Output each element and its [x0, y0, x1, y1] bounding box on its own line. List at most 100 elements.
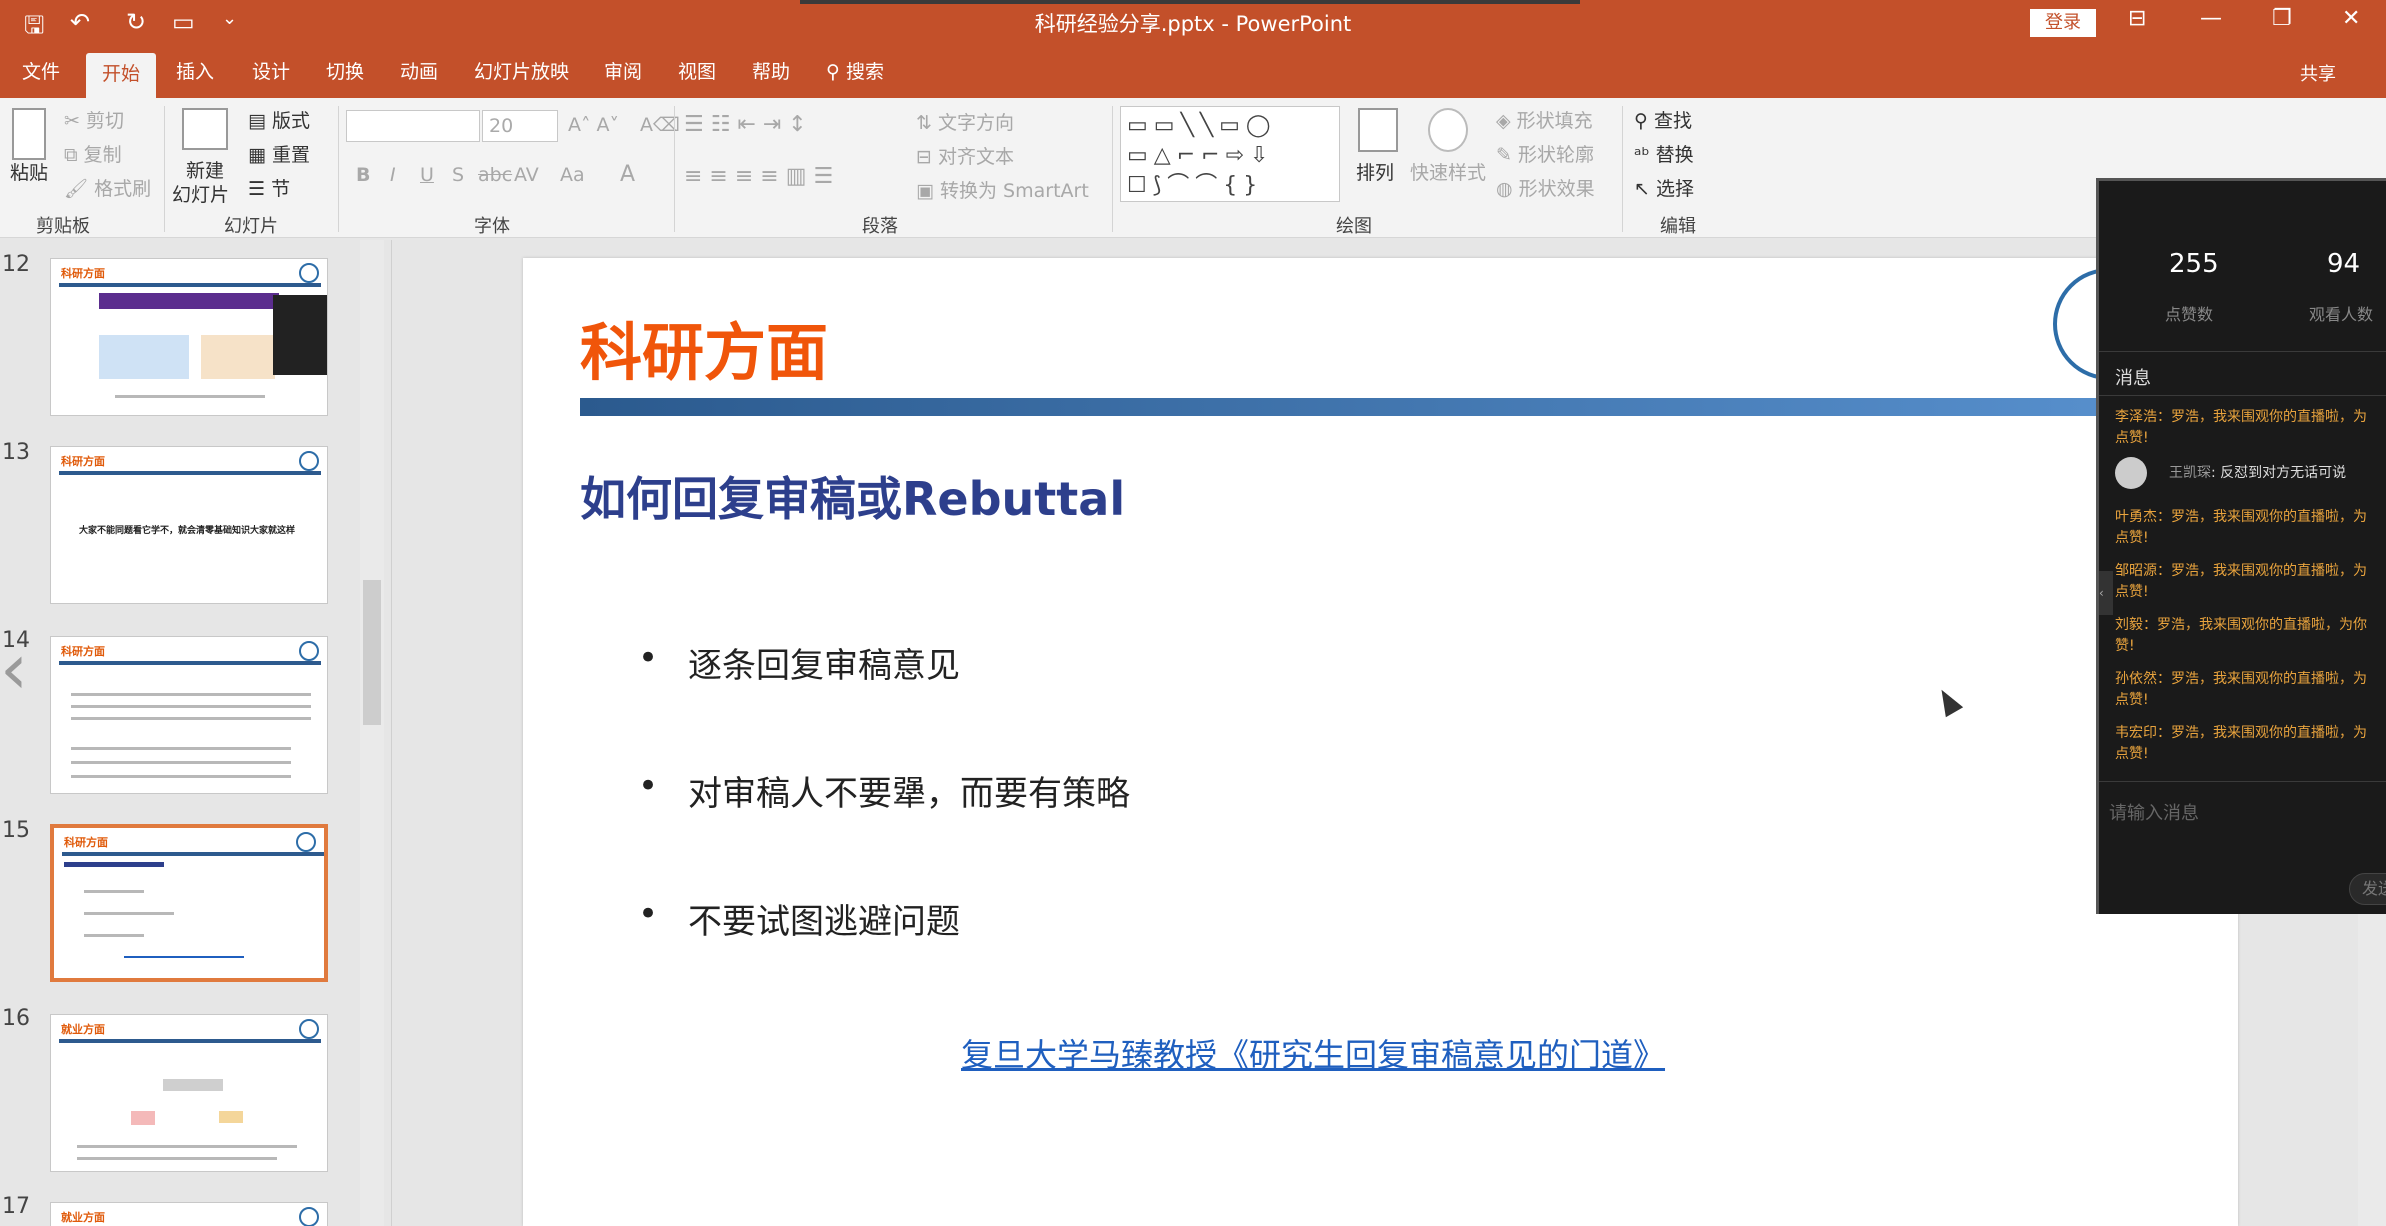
thumb-video-overlay — [273, 295, 327, 375]
slide-thumbnail-17[interactable]: 就业方面 — [50, 1202, 328, 1226]
arrange-icon[interactable] — [1358, 108, 1398, 152]
tab-slideshow[interactable]: 幻灯片放映 — [470, 48, 573, 98]
paste-icon[interactable] — [12, 108, 46, 160]
quick-styles-icon[interactable] — [1428, 108, 1468, 152]
minimize-icon[interactable]: — — [2200, 6, 2222, 31]
chat-message: 韦宏印：罗浩，我来围观你的直播啦，为 点赞! — [2115, 725, 2367, 762]
tab-insert[interactable]: 插入 — [172, 48, 218, 98]
align-icons[interactable]: ≡ ≡ ≡ ≡ ▥ ☰ — [684, 164, 833, 189]
tab-help[interactable]: 帮助 — [748, 48, 794, 98]
layout-button[interactable]: ▤ 版式 — [248, 106, 310, 133]
current-slide[interactable]: 科研方面 如何回复审稿或Rebuttal • 逐条回复审稿意见 • 对审稿人不要犟，… — [523, 258, 2238, 1226]
thumb-text-line — [77, 1145, 297, 1148]
strikethrough-button[interactable]: abc — [478, 164, 512, 186]
replace-button[interactable]: ᵃᵇ 替换 — [1634, 140, 1694, 167]
shape-fill-button[interactable]: ◈ 形状填充 — [1496, 106, 1593, 133]
shapes-gallery[interactable]: ▭▭╲╲▭◯ ▭△⌐⌐⇨⇩ ☐⟆⌒⌒{} — [1120, 106, 1340, 202]
send-button[interactable]: 发送 — [2349, 873, 2386, 905]
tab-view[interactable]: 视图 — [674, 48, 720, 98]
text-direction-button[interactable]: ⇅ 文字方向 — [916, 108, 1014, 135]
divider — [2099, 351, 2386, 352]
font-group-label: 字体 — [474, 216, 510, 237]
tab-transitions[interactable]: 切换 — [322, 48, 368, 98]
thumb-logo-icon — [299, 263, 319, 283]
thumbnail-scrollbar[interactable] — [360, 240, 384, 1226]
divider — [2099, 781, 2386, 782]
thumb-purple-header — [99, 293, 279, 309]
shape-effects-button[interactable]: ◍ 形状效果 — [1496, 174, 1595, 201]
shadow-text-button[interactable]: S — [452, 164, 464, 186]
group-separator — [1112, 106, 1113, 232]
bold-button[interactable]: B — [356, 164, 370, 186]
new-slide-label[interactable]: 新建 — [186, 156, 224, 183]
ribbon-display-icon[interactable]: ⊟ — [2128, 6, 2146, 31]
collapse-chat-icon[interactable]: ‹ — [2099, 571, 2113, 615]
thumbnail-scroll-thumb[interactable] — [363, 580, 381, 725]
format-painter-button[interactable]: 🖌 格式刷 — [64, 174, 151, 201]
pointer-icon: ↖ — [1634, 178, 1650, 200]
tab-home[interactable]: 开始 — [86, 53, 157, 98]
tab-review[interactable]: 审阅 — [600, 48, 646, 98]
paste-button[interactable]: 粘贴 — [10, 158, 48, 185]
slide-title[interactable]: 科研方面 — [580, 302, 828, 392]
align-text-button[interactable]: ⊟ 对齐文本 — [916, 142, 1014, 169]
thumb-text-line — [77, 1157, 277, 1160]
thumb-logo-icon — [299, 1019, 319, 1039]
thumb-bar — [62, 852, 324, 856]
bullet-dot: • — [638, 766, 659, 806]
thumb-title: 科研方面 — [61, 455, 105, 468]
shape-outline-button[interactable]: ✎ 形状轮廓 — [1496, 140, 1594, 167]
thumb-table-line — [71, 717, 311, 720]
find-button[interactable]: ⚲ 查找 — [1634, 106, 1692, 133]
slide-number: 15 — [2, 818, 30, 843]
reference-link[interactable]: 复旦大学马臻教授《研究生回复审稿意见的门道》 — [961, 1030, 1665, 1076]
new-slide-icon[interactable] — [182, 108, 228, 150]
underline-button[interactable]: U — [420, 164, 434, 186]
live-chat-panel[interactable]: 255 点赞数 94 观看人数 消息 李泽浩：罗浩，我来围观你的直播啦，为 点赞!… — [2096, 178, 2386, 914]
smartart-button[interactable]: ▣ 转换为 SmartArt — [916, 176, 1089, 203]
new-slide-label-2[interactable]: 幻灯片 — [172, 180, 229, 207]
change-case-button[interactable]: Aa — [560, 164, 585, 186]
search-box[interactable]: ⚲ 搜索 — [822, 48, 888, 98]
slide-thumbnail-13[interactable]: 科研方面 大家不能同题看它学不，就会清零基础知识大家就这样 — [50, 446, 328, 604]
bullets-icon[interactable]: ☰ ☷ ⇤ ⇥ ↕ — [684, 112, 807, 137]
slide-subtitle[interactable]: 如何回复审稿或Rebuttal — [580, 463, 1125, 529]
font-grow-icon[interactable]: A˄ A˅ — [568, 114, 619, 136]
slide-title-bar — [580, 398, 2238, 416]
tab-animations[interactable]: 动画 — [396, 48, 442, 98]
close-icon[interactable]: ✕ — [2342, 6, 2360, 31]
login-button[interactable]: 登录 — [2030, 9, 2096, 37]
avatar — [2115, 457, 2147, 489]
reset-button[interactable]: ▦ 重置 — [248, 140, 310, 167]
font-size-select[interactable]: 20 — [482, 110, 558, 142]
slide-thumbnail-16[interactable]: 就业方面 — [50, 1014, 328, 1172]
font-name-select[interactable] — [346, 110, 480, 142]
italic-button[interactable]: I — [390, 164, 396, 186]
bullet-dot: • — [638, 638, 659, 678]
share-button[interactable]: 共享 — [2300, 60, 2336, 86]
tab-design[interactable]: 设计 — [248, 48, 294, 98]
thumb-image — [99, 335, 189, 379]
slide-thumbnail-12[interactable]: 科研方面 — [50, 258, 328, 416]
search-label: 搜索 — [845, 61, 884, 83]
slide-thumbnail-14[interactable]: 科研方面 — [50, 636, 328, 794]
magnifier-icon: ⚲ — [1634, 110, 1648, 132]
copy-button[interactable]: ⧉ 复制 — [64, 140, 122, 167]
cut-button[interactable]: ✂ 剪切 — [64, 106, 124, 133]
font-color-button[interactable]: A — [620, 162, 635, 187]
chevron-left-icon[interactable]: ‹ — [0, 628, 28, 710]
maximize-icon[interactable]: ❐ — [2272, 6, 2292, 31]
thumb-chart — [201, 335, 275, 379]
arrange-button[interactable]: 排列 — [1356, 158, 1394, 185]
char-spacing-button[interactable]: AV — [514, 164, 539, 186]
thumb-title: 就业方面 — [61, 1023, 105, 1036]
tab-file[interactable]: 文件 — [18, 48, 64, 98]
quick-styles-button[interactable]: 快速样式 — [1410, 158, 1486, 185]
chat-input[interactable]: 请输入消息 — [2109, 799, 2199, 825]
select-button[interactable]: ↖ 选择 — [1634, 174, 1694, 201]
slide-thumbnail-15[interactable]: 科研方面 — [50, 824, 328, 982]
thumb-center-word — [163, 1079, 223, 1091]
likes-count: 255 — [2169, 249, 2219, 279]
section-button[interactable]: ☰ 节 — [248, 174, 290, 201]
chat-message: 李泽浩：罗浩，我来围观你的直播啦，为 点赞! — [2115, 409, 2367, 446]
